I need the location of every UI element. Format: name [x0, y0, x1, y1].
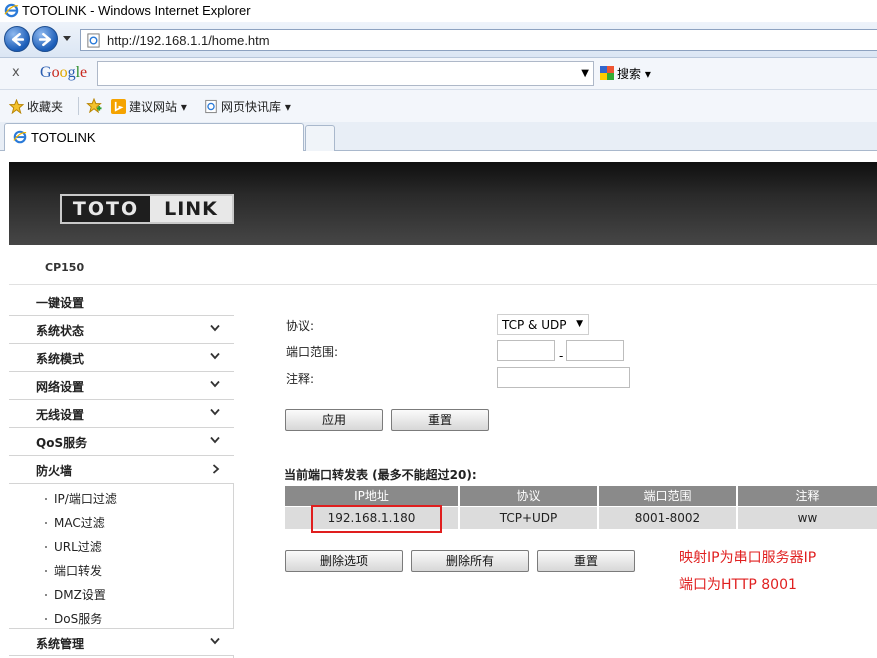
- arrow-right-icon: [38, 32, 52, 47]
- submenu-port-forwarding[interactable]: 端口转发: [45, 562, 102, 579]
- chevron-down-icon: [210, 352, 220, 360]
- window-titlebar: TOTOLINK - Windows Internet Explorer: [0, 0, 877, 22]
- chevron-down-icon: [210, 324, 220, 332]
- chevron-down-icon: ▼: [576, 319, 583, 329]
- internet-explorer-icon: [13, 130, 27, 144]
- chevron-down-icon: [210, 408, 220, 416]
- port-from-input[interactable]: [497, 340, 555, 361]
- submenu-dmz[interactable]: DMZ设置: [45, 586, 106, 603]
- address-field[interactable]: http://192.168.1.1/home.htm: [80, 29, 877, 51]
- reset-table-button[interactable]: 重置: [537, 550, 635, 572]
- page-icon: [205, 99, 217, 114]
- submenu-ip-port-filter[interactable]: IP/端口过滤: [45, 490, 117, 507]
- tab-totolink[interactable]: TOTOLINK: [4, 123, 304, 151]
- column-comment: 注释: [738, 486, 877, 506]
- menu-system-status[interactable]: 系统状态: [9, 316, 234, 344]
- model-name: CP150: [45, 261, 85, 274]
- cell-port-range: 8001-8002: [599, 507, 736, 529]
- chevron-down-icon[interactable]: ▼: [581, 68, 589, 79]
- tab-strip: TOTOLINK: [0, 122, 877, 151]
- address-toolbar: http://192.168.1.1/home.htm: [0, 22, 877, 58]
- port-forwarding-panel: 协议: TCP & UDP ▼ 端口范围: - 注释: 应用 重置 当前端口转发…: [235, 288, 877, 658]
- cell-protocol: TCP+UDP: [460, 507, 597, 529]
- delete-selected-button[interactable]: 删除选项: [285, 550, 403, 572]
- page-icon: [87, 33, 100, 48]
- submenu-dos[interactable]: DoS服务: [45, 610, 102, 627]
- google-search-icon: [600, 66, 614, 80]
- submenu-mac-filter[interactable]: MAC过滤: [45, 514, 105, 531]
- forwarding-table-title: 当前端口转发表 (最多不能超过20):: [284, 468, 477, 482]
- model-bar: CP150: [9, 245, 877, 285]
- new-tab-button[interactable]: [305, 125, 335, 151]
- protocol-label: 协议:: [286, 319, 315, 333]
- menu-system-mode[interactable]: 系统模式: [9, 344, 234, 372]
- forward-button[interactable]: [32, 26, 58, 52]
- column-port-range: 端口范围: [599, 486, 736, 506]
- totolink-logo: TOTO LINK: [60, 194, 234, 224]
- submenu-url-filter[interactable]: URL过滤: [45, 538, 102, 555]
- delete-all-button[interactable]: 删除所有: [411, 550, 529, 572]
- cell-comment: ww: [738, 507, 877, 529]
- arrow-left-icon: [11, 32, 25, 47]
- column-ip-address: IP地址: [285, 486, 458, 506]
- star-icon: [9, 99, 24, 114]
- history-dropdown-icon[interactable]: [62, 35, 72, 43]
- google-search-input[interactable]: ▼: [97, 61, 594, 86]
- annotation-line-1: 映射IP为串口服务器IP: [679, 550, 817, 566]
- port-to-input[interactable]: [566, 340, 624, 361]
- chevron-right-icon: [212, 464, 220, 474]
- column-protocol: 协议: [460, 486, 597, 506]
- router-header: TOTO LINK: [9, 162, 877, 245]
- router-sidebar: 一键设置 系统状态 系统模式 网络设置 无线设置 QoS服务 防火墙 IP/端口…: [9, 288, 234, 658]
- menu-wireless-settings[interactable]: 无线设置: [9, 400, 234, 428]
- page-viewport: TOTO LINK CP150 一键设置 系统状态 系统模式 网络设置 无线设置…: [0, 151, 877, 658]
- bing-icon: [111, 99, 126, 114]
- web-slice-gallery-link[interactable]: 网页快讯库 ▾: [204, 98, 291, 115]
- comment-input[interactable]: [497, 367, 630, 388]
- comment-label: 注释:: [286, 372, 315, 386]
- protocol-select[interactable]: TCP & UDP ▼: [497, 314, 589, 335]
- tab-title: TOTOLINK: [31, 130, 96, 145]
- add-favorite-icon: [86, 98, 102, 113]
- menu-system-management[interactable]: 系统管理: [9, 628, 234, 656]
- window-title: TOTOLINK - Windows Internet Explorer: [22, 3, 251, 18]
- menu-network-settings[interactable]: 网络设置: [9, 372, 234, 400]
- favorites-bar: 收藏夹 建议网站 ▾ 网页快讯库 ▾: [0, 90, 877, 122]
- google-logo: Google: [40, 64, 88, 81]
- google-toolbar: x Google ▼ 搜索 ▾: [0, 58, 877, 90]
- port-range-label: 端口范围:: [286, 345, 339, 359]
- reset-form-button[interactable]: 重置: [391, 409, 489, 431]
- chevron-down-icon: [210, 380, 220, 388]
- google-search-button[interactable]: 搜索 ▾: [600, 65, 651, 82]
- favorites-button[interactable]: 收藏夹: [9, 98, 63, 115]
- close-toolbar-button[interactable]: x: [12, 65, 20, 80]
- chevron-down-icon: [210, 436, 220, 444]
- apply-button[interactable]: 应用: [285, 409, 383, 431]
- table-header: IP地址 协议 端口范围 注释: [285, 486, 877, 506]
- chevron-down-icon: [210, 637, 220, 645]
- menu-quick-setup[interactable]: 一键设置: [9, 288, 234, 316]
- highlight-box: [311, 505, 442, 533]
- annotation-line-2: 端口为HTTP 8001: [679, 577, 797, 593]
- suggested-sites-link[interactable]: 建议网站 ▾: [111, 98, 187, 115]
- back-button[interactable]: [4, 26, 30, 52]
- address-url: http://192.168.1.1/home.htm: [107, 33, 270, 48]
- toolbar-divider: [78, 97, 79, 115]
- internet-explorer-icon: [4, 3, 19, 18]
- menu-firewall[interactable]: 防火墙: [9, 456, 234, 484]
- add-favorite-button[interactable]: [86, 98, 105, 113]
- port-range-separator: -: [559, 349, 564, 363]
- menu-qos[interactable]: QoS服务: [9, 428, 234, 456]
